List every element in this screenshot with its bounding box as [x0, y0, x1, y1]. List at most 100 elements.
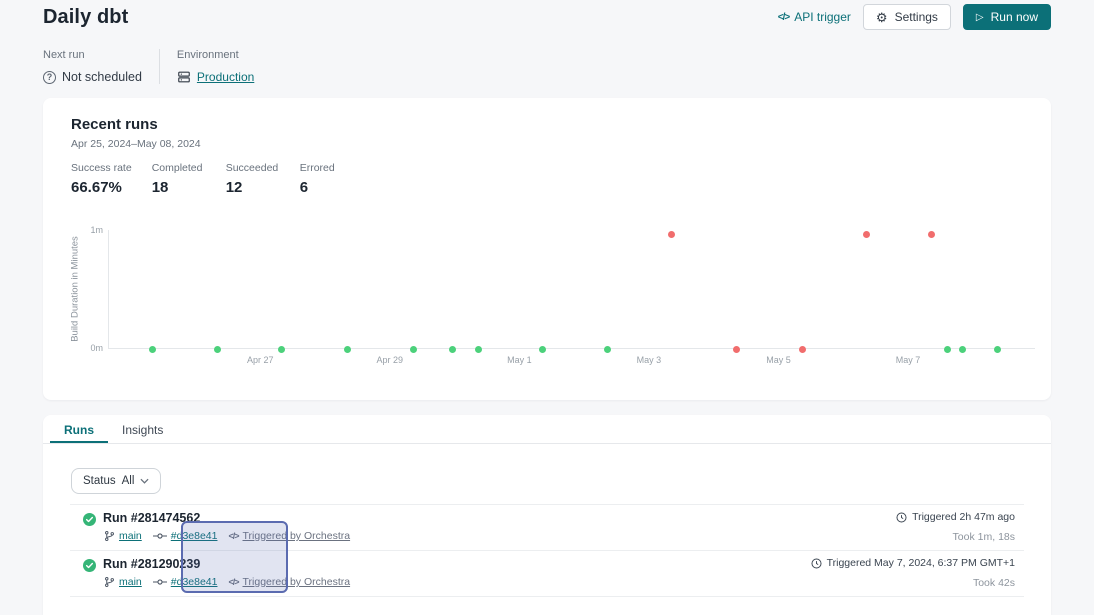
run-row-281290239[interactable]: Run #281290239 main #d3e8e41 </> Trigger… — [70, 551, 1024, 597]
clock-icon — [896, 512, 907, 523]
status-filter-label: Status — [83, 475, 116, 487]
recent-runs-date-range: Apr 25, 2024–May 08, 2024 — [71, 138, 201, 150]
stat-errored: Errored 6 — [300, 162, 354, 196]
run-sub-meta: main #d3e8e41 </> Triggered by Orchestra — [104, 576, 350, 588]
run-took-text: Took 1m, 18s — [896, 531, 1015, 543]
settings-label: Settings — [895, 10, 938, 24]
success-check-icon — [83, 513, 96, 526]
x-tick: Apr 29 — [377, 355, 404, 365]
stat-completed: Completed 18 — [152, 162, 206, 196]
next-run-block: Next run ? Not scheduled — [43, 49, 142, 84]
git-branch-icon — [104, 530, 115, 542]
job-meta: Next run ? Not scheduled Environment Pro… — [43, 49, 254, 84]
run-dot-succeeded[interactable] — [994, 346, 1001, 353]
run-dot-errored[interactable] — [799, 346, 806, 353]
status-filter-value: All — [122, 475, 135, 487]
recent-runs-title: Recent runs — [71, 116, 158, 133]
x-tick: May 3 — [637, 355, 662, 365]
branch-link[interactable]: main — [119, 530, 142, 542]
branch-link[interactable]: main — [119, 576, 142, 588]
run-dot-succeeded[interactable] — [959, 346, 966, 353]
trigger-source-item: </> Triggered by Orchestra — [228, 576, 350, 588]
runs-card: Runs Insights Status All Run #281474562 … — [43, 415, 1051, 615]
run-dot-errored[interactable] — [863, 231, 870, 238]
run-dot-succeeded[interactable] — [475, 346, 482, 353]
run-dot-errored[interactable] — [733, 346, 740, 353]
commit-item: #d3e8e41 — [153, 576, 218, 588]
commit-item: #d3e8e41 — [153, 530, 218, 542]
chart-y-axis-label: Build Duration in Minutes — [70, 236, 81, 342]
environment-icon — [177, 70, 191, 84]
x-tick: Apr 27 — [247, 355, 274, 365]
recent-runs-card: Recent runs Apr 25, 2024–May 08, 2024 Su… — [43, 98, 1051, 400]
clock-icon — [811, 558, 822, 569]
tab-insights[interactable]: Insights — [108, 415, 177, 443]
y-tick-1m: 1m — [77, 225, 103, 235]
status-filter-dropdown[interactable]: Status All — [71, 468, 161, 494]
run-dot-succeeded[interactable] — [278, 346, 285, 353]
git-branch-icon — [104, 576, 115, 588]
x-tick: May 5 — [766, 355, 791, 365]
git-commit-icon — [153, 577, 167, 587]
api-trigger-label: API trigger — [794, 10, 851, 24]
run-dot-succeeded[interactable] — [214, 346, 221, 353]
gear-icon: ⚙ — [876, 11, 888, 24]
code-icon: </> — [228, 531, 238, 541]
next-run-label: Next run — [43, 49, 142, 61]
x-tick: May 7 — [896, 355, 921, 365]
x-tick: May 1 — [507, 355, 532, 365]
run-triggered-text: Triggered 2h 47m ago — [912, 511, 1015, 523]
run-dot-succeeded[interactable] — [944, 346, 951, 353]
runs-tabbar: Runs Insights — [43, 415, 1051, 444]
trigger-source-link[interactable]: Triggered by Orchestra — [243, 576, 351, 588]
run-now-label: Run now — [991, 10, 1038, 24]
trigger-source-link[interactable]: Triggered by Orchestra — [243, 530, 351, 542]
run-now-button[interactable]: ▷ Run now — [963, 4, 1051, 30]
run-dot-errored[interactable] — [928, 231, 935, 238]
code-icon: </> — [228, 577, 238, 587]
run-dot-succeeded[interactable] — [449, 346, 456, 353]
settings-button[interactable]: ⚙ Settings — [863, 4, 951, 30]
code-icon: </> — [778, 12, 789, 23]
play-icon: ▷ — [976, 12, 984, 23]
stat-succeeded: Succeeded 12 — [226, 162, 280, 196]
next-run-value: Not scheduled — [62, 70, 142, 84]
run-row-281474562[interactable]: Run #281474562 main #d3e8e41 </> Trigger… — [70, 505, 1024, 551]
run-dot-succeeded[interactable] — [604, 346, 611, 353]
run-dot-errored[interactable] — [668, 231, 675, 238]
run-triggered-text: Triggered May 7, 2024, 6:37 PM GMT+1 — [827, 557, 1015, 569]
run-took-text: Took 42s — [811, 577, 1015, 589]
question-circle-icon: ? — [43, 71, 56, 84]
run-dot-succeeded[interactable] — [410, 346, 417, 353]
run-right-meta: Triggered 2h 47m ago Took 1m, 18s — [896, 511, 1015, 543]
branch-item: main — [104, 530, 142, 542]
run-dot-succeeded[interactable] — [149, 346, 156, 353]
y-tick-0m: 0m — [77, 343, 103, 353]
environment-link[interactable]: Production — [197, 70, 254, 84]
page-title: Daily dbt — [43, 6, 128, 29]
header-actions: </> API trigger ⚙ Settings ▷ Run now — [778, 4, 1051, 30]
run-right-meta: Triggered May 7, 2024, 6:37 PM GMT+1 Too… — [811, 557, 1015, 589]
success-check-icon — [83, 559, 96, 572]
duration-chart: Build Duration in Minutes 1m 0m Apr 27 Ap… — [43, 222, 1051, 382]
tab-runs[interactable]: Runs — [50, 415, 108, 443]
run-title[interactable]: Run #281474562 — [103, 511, 200, 525]
run-dot-succeeded[interactable] — [344, 346, 351, 353]
api-trigger-link[interactable]: </> API trigger — [778, 10, 851, 24]
stat-success-rate: Success rate 66.67% — [71, 162, 132, 196]
run-stats: Success rate 66.67% Completed 18 Succeed… — [71, 162, 374, 196]
environment-block: Environment Production — [177, 49, 254, 84]
trigger-source-item: </> Triggered by Orchestra — [228, 530, 350, 542]
run-dot-succeeded[interactable] — [539, 346, 546, 353]
run-sub-meta: main #d3e8e41 </> Triggered by Orchestra — [104, 530, 350, 542]
run-title[interactable]: Run #281290239 — [103, 557, 200, 571]
commit-link[interactable]: #d3e8e41 — [171, 576, 218, 588]
chevron-down-icon — [140, 478, 149, 484]
environment-label: Environment — [177, 49, 254, 61]
meta-divider — [159, 49, 160, 84]
page-header: Daily dbt </> API trigger ⚙ Settings ▷ R… — [43, 0, 1051, 34]
branch-item: main — [104, 576, 142, 588]
job-page: { "theme": { "accent": "#0c7078", "succe… — [0, 0, 1094, 601]
commit-link[interactable]: #d3e8e41 — [171, 530, 218, 542]
git-commit-icon — [153, 531, 167, 541]
